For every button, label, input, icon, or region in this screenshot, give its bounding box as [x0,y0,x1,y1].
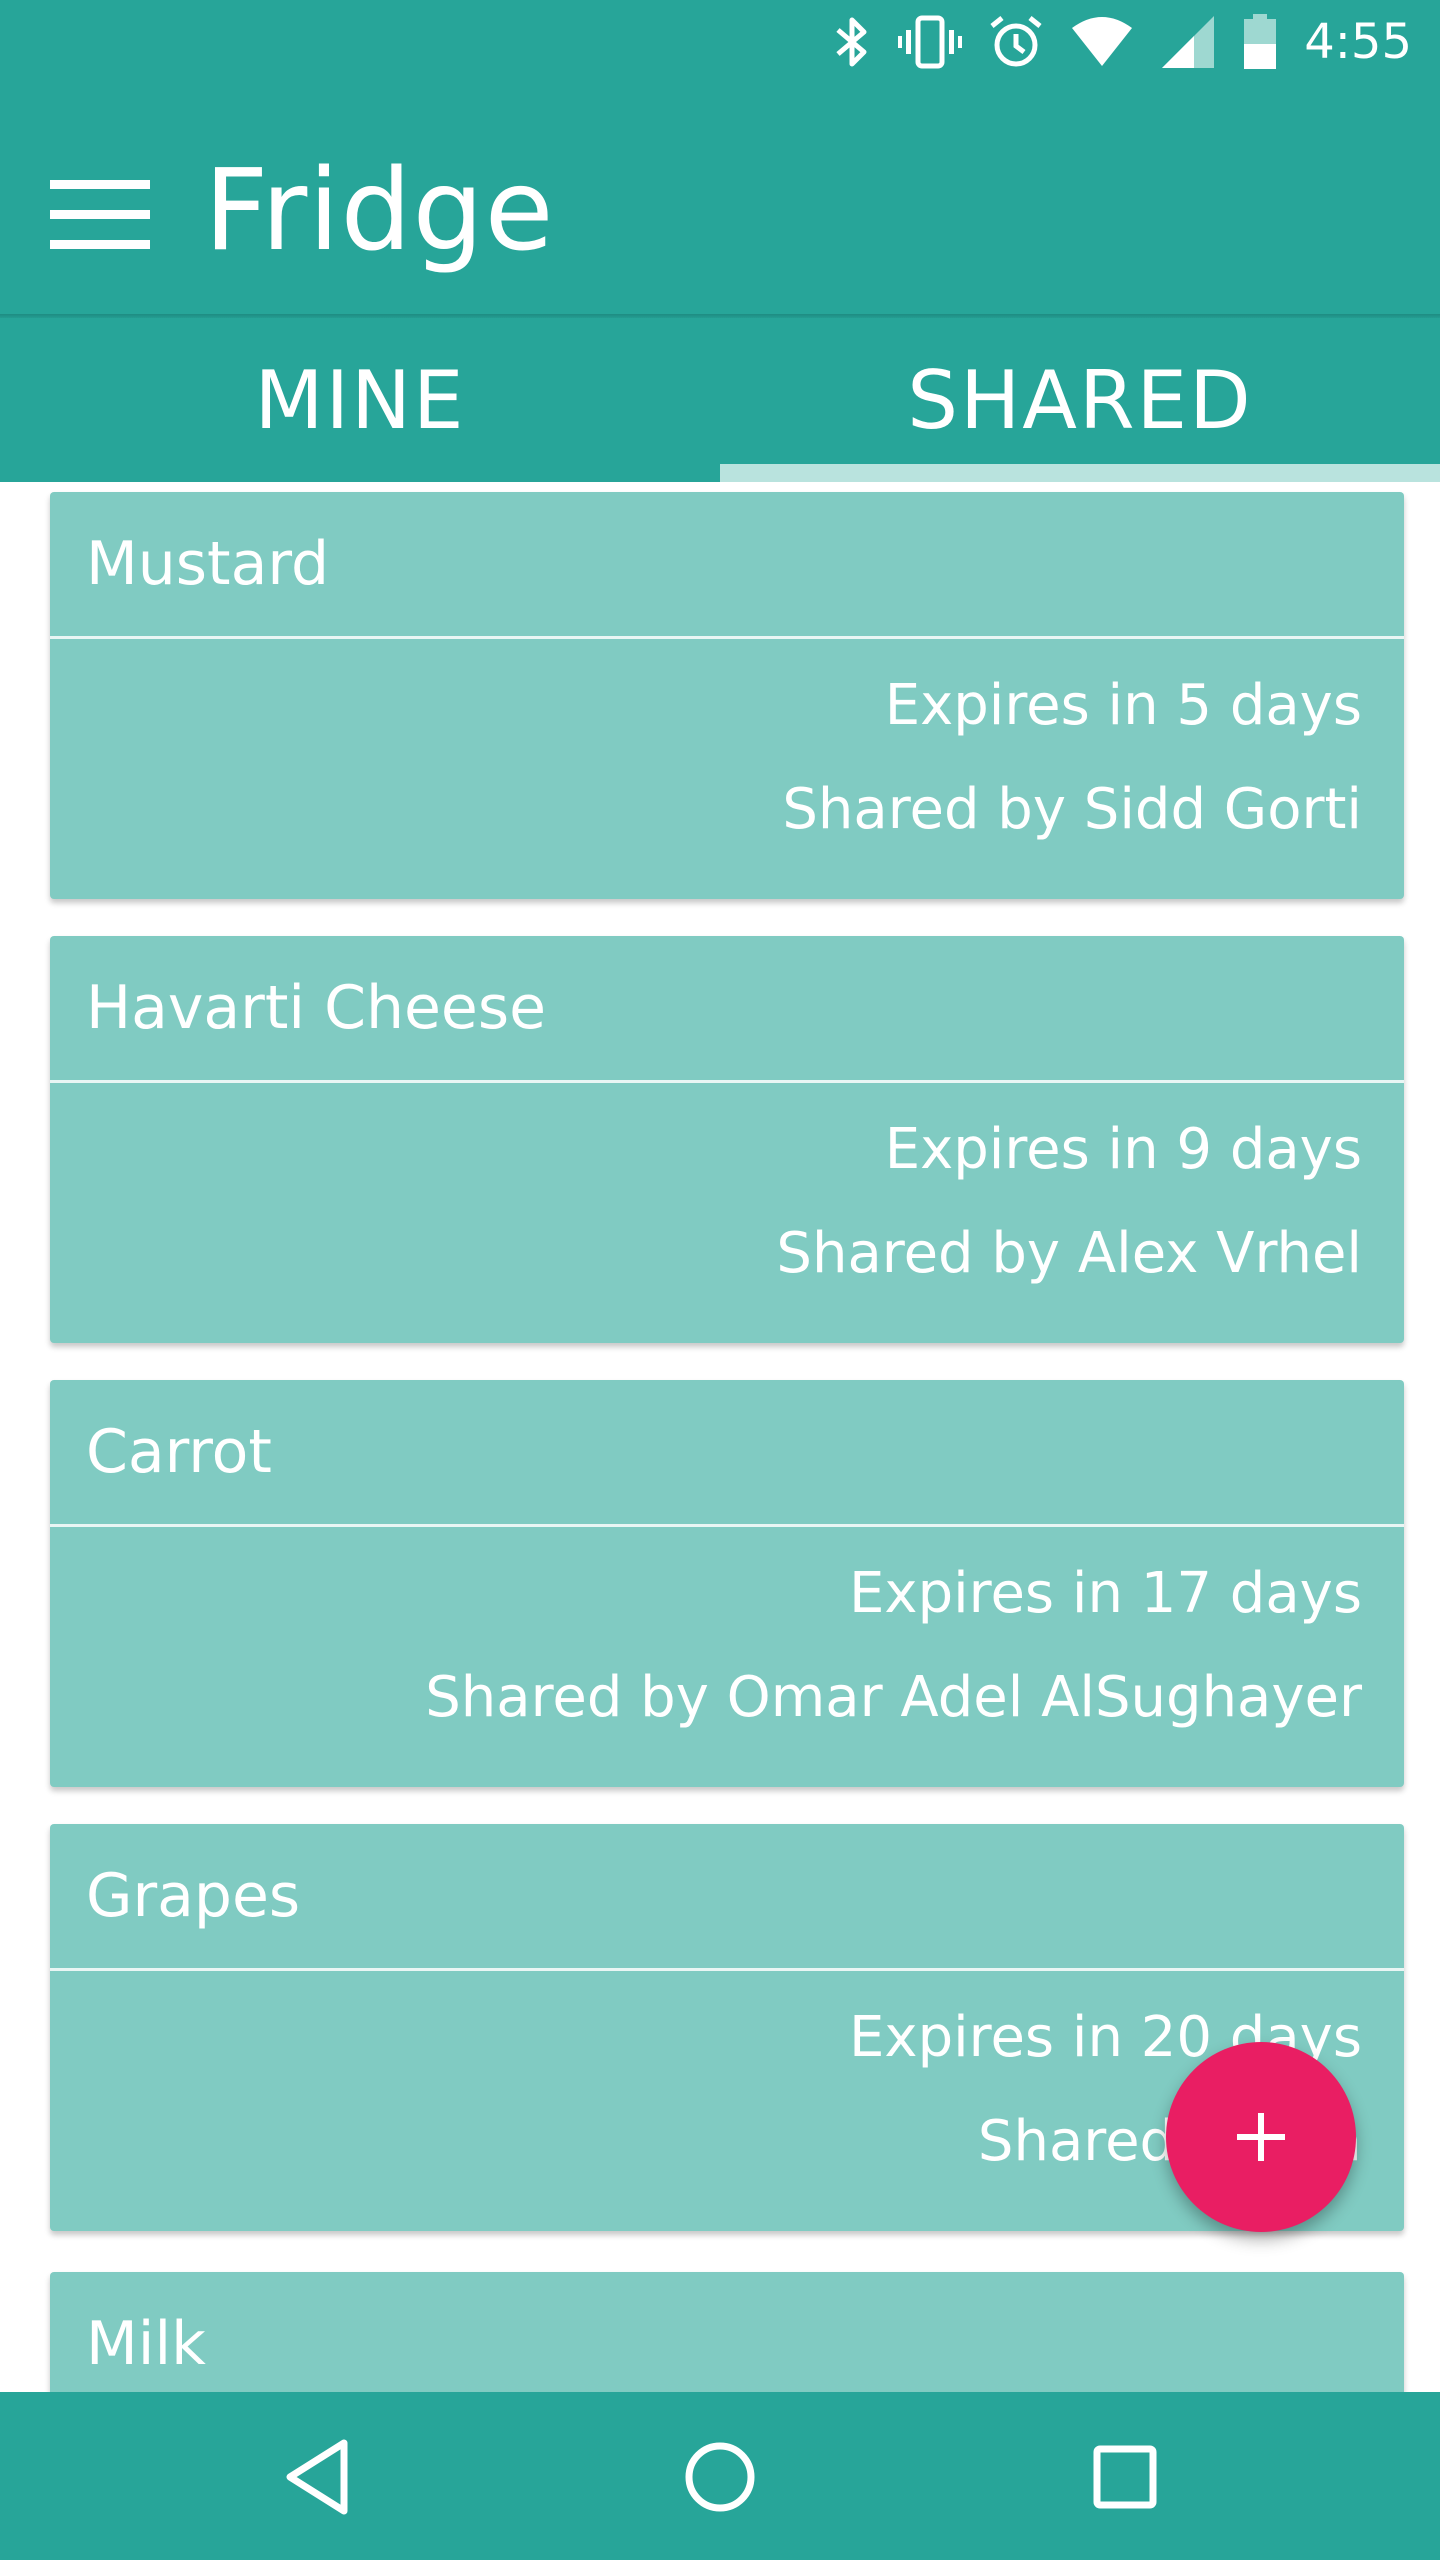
card-body: Expires in 9 days Shared by Alex Vrhel [50,1083,1404,1343]
alarm-icon [990,16,1042,67]
item-shared-by: Shared by Omar Adel AlSughayer [425,1665,1362,1730]
menu-button[interactable] [50,180,150,250]
tab-shared-label: SHARED [907,353,1253,447]
home-button[interactable] [675,2432,765,2522]
item-shared-by: Shared by Sidd Gorti [782,777,1362,842]
card-header: Grapes [50,1824,1404,1971]
tab-indicator [720,464,1440,482]
screen: 4:55 Fridge MINE SHARED Mustard Expires … [0,0,1440,2560]
card-header: Mustard [50,492,1404,639]
item-shared-by: Shared by Alex Vrhel [776,1221,1362,1286]
item-name: Carrot [86,1417,272,1487]
item-expiry: Expires in 9 days [884,1117,1362,1182]
status-time: 4:55 [1304,14,1412,70]
tab-mine[interactable]: MINE [0,318,720,482]
card-body: Expires in 5 days Shared by Sidd Gorti [50,639,1404,899]
list-item[interactable]: Mustard Expires in 5 days Shared by Sidd… [50,492,1404,899]
list-item[interactable]: Carrot Expires in 17 days Shared by Omar… [50,1380,1404,1787]
list-item[interactable]: Milk [50,2272,1404,2392]
status-bar: 4:55 [0,0,1440,84]
status-icons: 4:55 [832,10,1412,74]
item-expiry: Expires in 17 days [849,1561,1362,1626]
card-header: Milk [50,2272,1404,2392]
wifi-icon [1072,17,1133,66]
list-item[interactable]: Havarti Cheese Expires in 9 days Shared … [50,936,1404,1343]
tab-mine-label: MINE [254,353,466,447]
item-expiry: Expires in 5 days [884,673,1362,738]
add-item-button[interactable] [1166,2042,1356,2232]
home-icon [685,2442,755,2512]
card-body: Expires in 17 days Shared by Omar Adel A… [50,1527,1404,1787]
back-icon [286,2439,348,2515]
bluetooth-icon [836,17,867,67]
vibrate-icon [898,15,963,69]
tab-shared[interactable]: SHARED [720,318,1440,482]
item-name: Mustard [86,529,330,599]
recents-button[interactable] [1080,2432,1170,2522]
nav-bar [0,2392,1440,2560]
battery-icon [1244,14,1277,69]
recents-icon [1093,2445,1157,2509]
plus-icon [1237,2113,1285,2161]
card-header: Havarti Cheese [50,936,1404,1083]
back-button[interactable] [272,2432,362,2522]
card-header: Carrot [50,1380,1404,1527]
app-bar: Fridge [0,84,1440,314]
item-name: Havarti Cheese [86,973,547,1043]
page-title: Fridge [204,146,555,276]
signal-icon [1162,16,1215,68]
item-name: Milk [86,2309,206,2379]
item-name: Grapes [86,1861,301,1931]
tab-bar: MINE SHARED [0,318,1440,482]
